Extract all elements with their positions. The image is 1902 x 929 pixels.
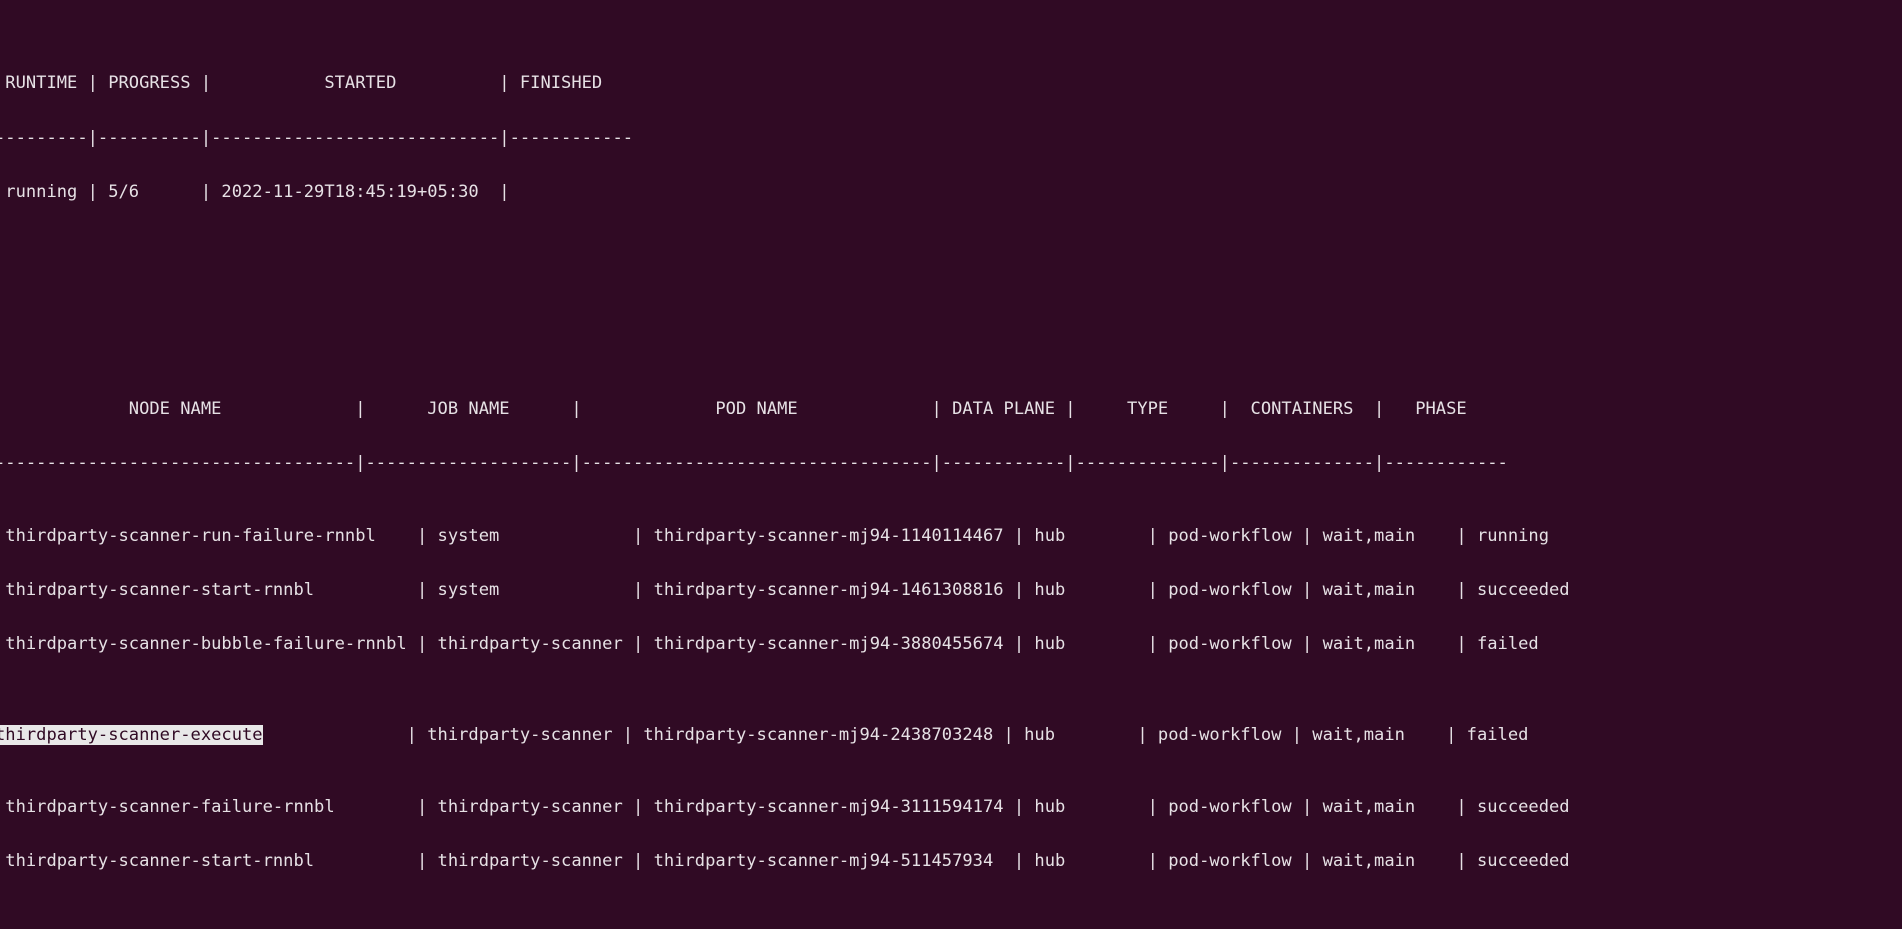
nodes-table-separator: -----------------------------------|----… — [0, 453, 1508, 474]
selected-node-name[interactable]: thirdparty-scanner-execute — [0, 724, 263, 745]
table-row-selected[interactable]: thirdparty-scanner-execute | thirdparty-… — [0, 724, 1755, 745]
table-row: thirdparty-scanner-start-rnnbl | thirdpa… — [0, 851, 1570, 872]
workflow-summary-separator: ---------|----------|-------------------… — [0, 127, 634, 148]
workflow-summary-header: RUNTIME | PROGRESS | STARTED | FINISHED — [0, 73, 603, 94]
terminal-screen: RUNTIME | PROGRESS | STARTED | FINISHED … — [0, 2, 1755, 929]
table-row: thirdparty-scanner-run-failure-rnnbl | s… — [0, 525, 1549, 546]
table-row: thirdparty-scanner-start-rnnbl | system … — [0, 580, 1570, 600]
workflow-summary-row: running | 5/6 | 2022-11-29T18:45:19+05:3… — [0, 181, 510, 202]
selected-row-rest: | thirdparty-scanner | thirdparty-scanne… — [262, 724, 1529, 745]
nodes-table-header: NODE NAME | JOB NAME | POD NAME | DATA P… — [0, 399, 1467, 420]
table-row: thirdparty-scanner-bubble-failure-rnnbl … — [0, 634, 1539, 655]
table-row: thirdparty-scanner-failure-rnnbl | third… — [0, 797, 1570, 818]
terminal-window[interactable]: RUNTIME | PROGRESS | STARTED | FINISHED … — [0, 0, 1902, 929]
